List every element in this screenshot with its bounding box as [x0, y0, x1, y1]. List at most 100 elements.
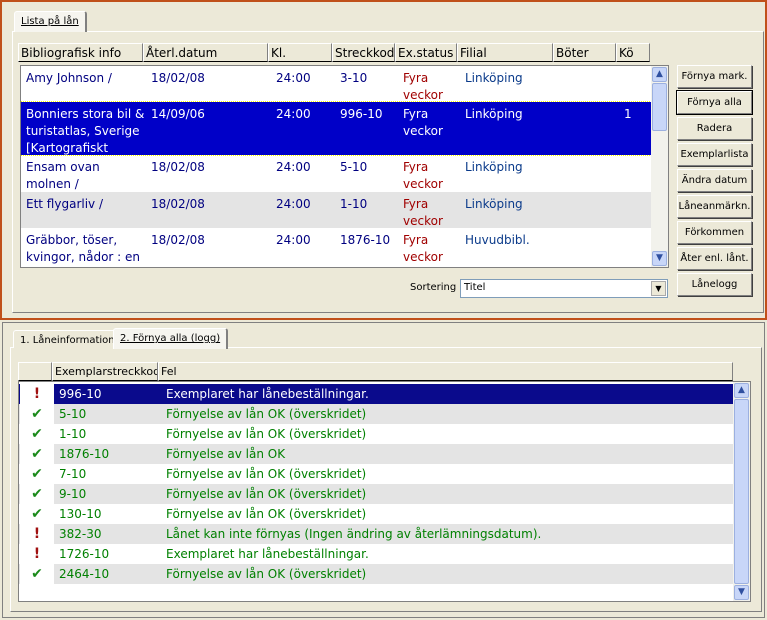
cell-fines: [561, 106, 621, 155]
cell-queue: [624, 159, 654, 192]
tab-laneinformation[interactable]: 1. Låneinformation: [13, 330, 123, 348]
log-message: Förnyelse av lån OK (överskridet): [166, 407, 367, 421]
log-row[interactable]: ✔ 5-10 Förnyelse av lån OK (överskridet): [19, 404, 733, 424]
button-förkommen[interactable]: Förkommen: [677, 221, 752, 244]
cell-title: Gräbbor, töser, kvingor, nådor : en: [26, 233, 141, 264]
cell-time: 24:00: [276, 107, 311, 121]
chevron-down-icon[interactable]: ▼: [651, 281, 666, 296]
button-förnya-alla[interactable]: Förnya alla: [676, 90, 753, 115]
button-förnya-mark-[interactable]: Förnya mark.: [677, 65, 752, 88]
log-row[interactable]: ✔ 1-10 Förnyelse av lån OK (överskridet): [19, 424, 733, 444]
loan-scrollbar[interactable]: ▲ ▼: [651, 66, 668, 267]
column-header[interactable]: Filial: [457, 43, 553, 62]
log-message: Förnyelse av lån OK: [166, 447, 286, 461]
log-barcode: 1876-10: [59, 447, 110, 461]
log-barcode: 382-30: [59, 527, 102, 541]
check-icon: ✔: [20, 564, 54, 584]
log-row[interactable]: ✔ 130-10 Förnyelse av lån OK (överskridet): [19, 504, 733, 524]
log-column-header[interactable]: [18, 362, 52, 381]
cell-queue: [624, 196, 654, 228]
log-message: Exemplaret har lånebeställningar.: [166, 387, 369, 401]
log-table: ! 996-10 Exemplaret har lånebeställningar.…: [18, 381, 751, 602]
log-message: Exemplaret har lånebeställningar.: [166, 547, 369, 561]
loan-list-panel: Lista på lån Amy Johnson / 18/02/08 24:00 3…: [0, 0, 767, 320]
button-ändra-datum[interactable]: Ändra datum: [677, 169, 752, 192]
cell-status: Fyra veckor: [403, 233, 443, 264]
button-låneanmärkn-[interactable]: Låneanmärkn.: [677, 195, 752, 218]
check-icon: ✔: [20, 404, 54, 424]
cell-branch: Huvudbibl.: [465, 233, 530, 247]
cell-fines: [561, 232, 621, 267]
button-lånelogg[interactable]: Lånelogg: [677, 273, 752, 296]
column-header[interactable]: Ex.status: [395, 43, 457, 62]
column-header[interactable]: Bibliografisk info: [18, 43, 143, 62]
cell-date: 18/02/08: [151, 160, 205, 174]
cell-barcode: 3-10: [340, 71, 368, 85]
cell-status: Fyra veckor: [403, 160, 443, 191]
scroll-up-icon[interactable]: ▲: [652, 67, 667, 82]
column-header[interactable]: Kö: [616, 43, 650, 62]
column-header[interactable]: Böter: [553, 43, 616, 62]
log-column-header[interactable]: Fel: [158, 362, 733, 381]
cell-fines: [561, 159, 621, 192]
scroll-down-icon[interactable]: ▼: [734, 585, 749, 600]
cell-barcode: 1-10: [340, 197, 368, 211]
log-message: Lånet kan inte förnyas (Ingen ändring av…: [166, 527, 542, 541]
cell-branch: Linköping: [465, 160, 523, 174]
cell-time: 24:00: [276, 233, 311, 247]
log-barcode: 7-10: [59, 467, 87, 481]
log-row[interactable]: ! 996-10 Exemplaret har lånebeställningar.: [19, 384, 733, 404]
check-icon: ✔: [20, 444, 54, 464]
cell-time: 24:00: [276, 160, 311, 174]
check-icon: ✔: [20, 424, 54, 444]
log-barcode: 9-10: [59, 487, 87, 501]
cell-date: 18/02/08: [151, 71, 205, 85]
log-message: Förnyelse av lån OK (överskridet): [166, 487, 367, 501]
cell-queue: 1: [624, 107, 632, 121]
cell-queue: [624, 232, 654, 267]
cell-status: Fyra veckor: [403, 107, 443, 138]
scroll-down-icon[interactable]: ▼: [652, 251, 667, 266]
log-barcode: 1-10: [59, 427, 87, 441]
column-header[interactable]: Streckkod: [332, 43, 395, 62]
warning-icon: !: [20, 384, 54, 404]
scroll-thumb[interactable]: [734, 399, 749, 584]
log-row[interactable]: ✔ 2464-10 Förnyelse av lån OK (överskridet…: [19, 564, 733, 584]
scroll-thumb[interactable]: [652, 83, 667, 131]
log-row[interactable]: ✔ 9-10 Förnyelse av lån OK (överskridet): [19, 484, 733, 504]
cell-fines: [561, 70, 621, 102]
cell-date: 18/02/08: [151, 233, 205, 247]
button-exemplarlista[interactable]: Exemplarlista: [677, 143, 752, 166]
cell-status: Fyra veckor: [403, 71, 443, 102]
log-row[interactable]: ✔ 7-10 Förnyelse av lån OK (överskridet): [19, 464, 733, 484]
scroll-up-icon[interactable]: ▲: [734, 383, 749, 398]
check-icon: ✔: [20, 504, 54, 524]
button-radera[interactable]: Radera: [677, 117, 752, 140]
column-header[interactable]: Återl.datum: [143, 43, 268, 62]
tab-fornya-alla-logg[interactable]: 2. Förnya alla (logg): [113, 328, 229, 349]
log-row[interactable]: ✔ 1876-10 Förnyelse av lån OK: [19, 444, 733, 464]
column-header[interactable]: Kl.: [268, 43, 332, 62]
sort-select[interactable]: Titel ▼: [460, 279, 668, 298]
cell-queue: [624, 70, 654, 102]
table-row[interactable]: Ett flygarliv / 18/02/08 24:00 1-10 Fyra vec…: [21, 192, 651, 228]
table-row[interactable]: Amy Johnson / 18/02/08 24:00 3-10 Fyra vecko…: [21, 66, 651, 102]
log-message: Förnyelse av lån OK (överskridet): [166, 567, 367, 581]
log-column-header[interactable]: Exemplarstreckkod: [52, 362, 158, 381]
log-row[interactable]: ! 382-30 Lånet kan inte förnyas (Ingen änd…: [19, 524, 733, 544]
cell-time: 24:00: [276, 197, 311, 211]
log-row[interactable]: ! 1726-10 Exemplaret har lånebeställningar…: [19, 544, 733, 564]
table-row[interactable]: Gräbbor, töser, kvingor, nådor : en 18/02…: [21, 228, 654, 267]
log-barcode: 2464-10: [59, 567, 110, 581]
button-åter-enl-lånt-[interactable]: Åter enl. lånt.: [677, 247, 752, 270]
cell-fines: [561, 196, 621, 228]
tab-lista-pa-lan[interactable]: Lista på lån: [14, 11, 87, 32]
cell-date: 14/09/06: [151, 107, 205, 121]
cell-title: Ett flygarliv /: [26, 197, 103, 211]
log-scrollbar[interactable]: ▲ ▼: [733, 382, 750, 601]
warning-icon: !: [20, 544, 54, 564]
cell-barcode: 1876-10: [340, 233, 391, 247]
table-row[interactable]: Ensam ovan molnen / 18/02/08 24:00 5-10 Fyra…: [21, 155, 651, 192]
table-row[interactable]: Bonniers stora bil & turistatlas, Sverig…: [21, 101, 652, 156]
cell-branch: Linköping: [465, 107, 523, 121]
